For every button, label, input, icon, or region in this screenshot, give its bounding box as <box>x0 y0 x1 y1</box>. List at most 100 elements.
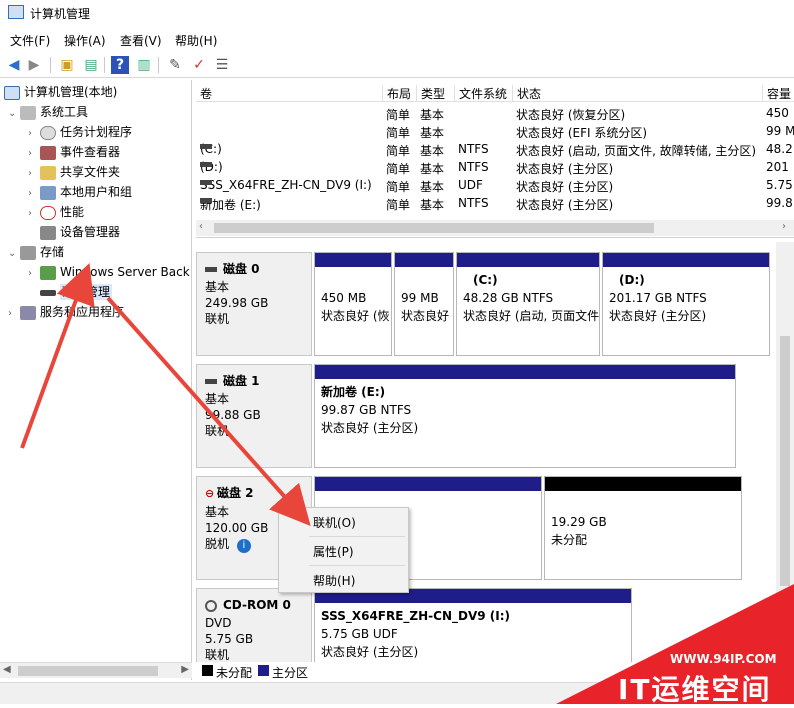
scrollbar-thumb[interactable] <box>18 666 158 676</box>
volume-type: 基本 <box>420 126 445 140</box>
tree-item-windows-server-backup[interactable]: › Windows Server Back <box>28 262 190 282</box>
tree-item-system-tools[interactable]: ⌄ 系统工具 <box>8 102 88 122</box>
toolbar-separator <box>158 57 159 73</box>
scrollbar-thumb[interactable] <box>780 336 790 586</box>
tree-item-services-apps[interactable]: › 服务和应用程序 <box>8 302 124 322</box>
table-row[interactable]: SSS_X64FRE_ZH-CN_DV9 (I:) 简单 基本 UDF 状态良好 (主分… <box>196 176 794 194</box>
legend-primary: 主分区 <box>272 666 309 680</box>
tree-item-event-viewer[interactable]: › 事件查看器 <box>28 142 120 162</box>
scrollbar-thumb[interactable] <box>214 223 654 233</box>
menu-item-help[interactable]: 帮助(H) <box>313 572 355 589</box>
volume-layout: 简单 <box>386 198 411 212</box>
tree-item-computer-management[interactable]: 计算机管理(本地) <box>4 82 117 102</box>
toolbar-separator <box>50 57 51 73</box>
tree-item-performance[interactable]: › 性能 <box>28 202 84 222</box>
tree-item-local-users[interactable]: › 本地用户和组 <box>28 182 132 202</box>
help-icon[interactable]: ? <box>111 56 129 74</box>
show-hide-tree-icon[interactable]: ▤ <box>82 56 100 74</box>
tree-item-device-manager[interactable]: 设备管理器 <box>40 222 120 242</box>
menu-help[interactable]: 帮助(H) <box>175 32 217 49</box>
table-row[interactable]: 新加卷 (E:) 简单 基本 NTFS 状态良好 (主分区) 99.8 <box>196 194 794 212</box>
chevron-right-icon[interactable]: › <box>28 164 40 184</box>
primary-partition-bar <box>395 253 453 267</box>
list-view-icon[interactable]: ☰ <box>213 56 231 74</box>
column-header-filesystem[interactable]: 文件系统 <box>454 85 512 102</box>
chevron-down-icon[interactable]: ⌄ <box>8 104 20 124</box>
context-menu: 联机(O) 属性(P) 帮助(H) <box>278 507 409 593</box>
partition-status: 状态良好 <box>401 309 450 323</box>
menu-file[interactable]: 文件(F) <box>10 32 50 49</box>
volume-filesystem: NTFS <box>458 142 489 156</box>
disk-view-vertical-scrollbar[interactable] <box>776 242 794 662</box>
performance-icon <box>40 205 56 220</box>
volume-layout: 简单 <box>386 162 411 176</box>
partition-recovery[interactable]: 450 MB 状态良好 (恢 <box>314 252 392 356</box>
column-header-layout[interactable]: 布局 <box>382 85 416 102</box>
scroll-right-icon[interactable]: ▶ <box>181 664 189 675</box>
tree-horizontal-scrollbar[interactable]: ◀ ▶ <box>0 662 192 678</box>
menu-item-online[interactable]: 联机(O) <box>313 514 356 531</box>
volume-name: SSS_X64FRE_ZH-CN_DV9 (I:) <box>200 178 380 192</box>
back-arrow-icon[interactable]: ◀ <box>5 56 23 74</box>
table-row[interactable]: 简单 基本 状态良好 (EFI 系统分区) 99 M <box>196 122 794 140</box>
cdrom-0-name: CD-ROM 0 <box>223 598 291 612</box>
column-header-volume[interactable]: 卷 <box>196 85 382 102</box>
partition-d[interactable]: (D:) 201.17 GB NTFS 状态良好 (主分区) <box>602 252 770 356</box>
volume-capacity: 99.8 <box>766 196 793 210</box>
chevron-right-icon[interactable]: › <box>28 184 40 204</box>
scroll-right-icon[interactable]: › <box>782 221 786 232</box>
table-row[interactable]: 简单 基本 状态良好 (恢复分区) 450 <box>196 104 794 122</box>
clock-icon <box>40 125 56 140</box>
up-folder-icon[interactable]: ▣ <box>58 56 76 74</box>
menu-view[interactable]: 查看(V) <box>120 32 162 49</box>
partition-title: (D:) <box>619 273 645 287</box>
info-icon[interactable]: i <box>236 539 251 553</box>
disk-2-name: 磁盘 2 <box>217 486 254 500</box>
column-header-type[interactable]: 类型 <box>416 85 454 102</box>
partition-title: SSS_X64FRE_ZH-CN_DV9 (I:) <box>321 609 511 623</box>
chevron-right-icon[interactable]: › <box>28 264 40 284</box>
connect-icon[interactable]: ✎ <box>166 56 184 74</box>
disk-0-label[interactable]: 磁盘 0 基本 249.98 GB 联机 <box>196 252 312 356</box>
volume-capacity: 201 <box>766 160 789 174</box>
volume-list-scrollbar[interactable]: ‹ › <box>196 220 794 236</box>
tree-item-storage[interactable]: ⌄ 存储 <box>8 242 64 262</box>
scroll-left-icon[interactable]: ◀ <box>3 664 11 675</box>
unallocated-bar <box>545 477 741 491</box>
disk-graphical-view: 磁盘 0 基本 249.98 GB 联机 450 MB 状态良好 (恢 99 M… <box>196 242 776 662</box>
tree-item-task-scheduler[interactable]: › 任务计划程序 <box>28 122 132 142</box>
chevron-right-icon[interactable]: › <box>28 124 40 144</box>
cdrom-0-label[interactable]: CD-ROM 0 DVD 5.75 GB 联机 <box>196 588 312 662</box>
disk-2-state: 脱机 <box>205 537 230 551</box>
tree-item-disk-management[interactable]: 磁盘管理 <box>40 282 113 302</box>
disk-icon <box>205 267 217 272</box>
volume-list: 卷 布局 类型 文件系统 状态 容量 简单 基本 状态良好 (恢复分区) 450 简单基… <box>196 82 794 238</box>
partition-size: 450 MB <box>321 291 367 305</box>
check-icon[interactable]: ✓ <box>190 56 208 74</box>
chevron-down-icon[interactable]: ⌄ <box>8 244 20 264</box>
partition-status: 状态良好 (主分区) <box>609 309 707 323</box>
primary-swatch <box>258 665 269 676</box>
disk-1-label[interactable]: 磁盘 1 基本 99.88 GB 联机 <box>196 364 312 468</box>
scroll-left-icon[interactable]: ‹ <box>199 221 203 232</box>
forward-arrow-icon[interactable]: ▶ <box>25 56 43 74</box>
partition-unallocated[interactable]: 19.29 GB 未分配 <box>544 476 742 580</box>
tree-item-shared-folders[interactable]: › 共享文件夹 <box>28 162 120 182</box>
computer-icon <box>4 85 20 100</box>
menu-action[interactable]: 操作(A) <box>64 32 106 49</box>
chevron-right-icon[interactable]: › <box>28 204 40 224</box>
volume-type: 基本 <box>420 180 445 194</box>
chevron-right-icon[interactable]: › <box>28 144 40 164</box>
chevron-right-icon[interactable]: › <box>8 304 20 324</box>
partition-c[interactable]: (C:) 48.28 GB NTFS 状态良好 (启动, 页面文件 <box>456 252 600 356</box>
properties-pane-icon[interactable]: ▥ <box>135 56 153 74</box>
partition-efi[interactable]: 99 MB 状态良好 <box>394 252 454 356</box>
column-header-capacity[interactable]: 容量 <box>762 85 794 102</box>
table-row[interactable]: (C:) 简单 基本 NTFS 状态良好 (启动, 页面文件, 故障转储, 主分区) 48… <box>196 140 794 158</box>
partition-e[interactable]: 新加卷 (E:) 99.87 GB NTFS 状态良好 (主分区) <box>314 364 736 468</box>
partition-size: 99.87 GB NTFS <box>321 403 412 417</box>
table-row[interactable]: (D:) 简单 基本 NTFS 状态良好 (主分区) 201 <box>196 158 794 176</box>
partition-cdrom[interactable]: SSS_X64FRE_ZH-CN_DV9 (I:) 5.75 GB UDF 状态… <box>314 588 632 662</box>
column-header-status[interactable]: 状态 <box>512 85 762 102</box>
menu-item-properties[interactable]: 属性(P) <box>313 543 354 560</box>
